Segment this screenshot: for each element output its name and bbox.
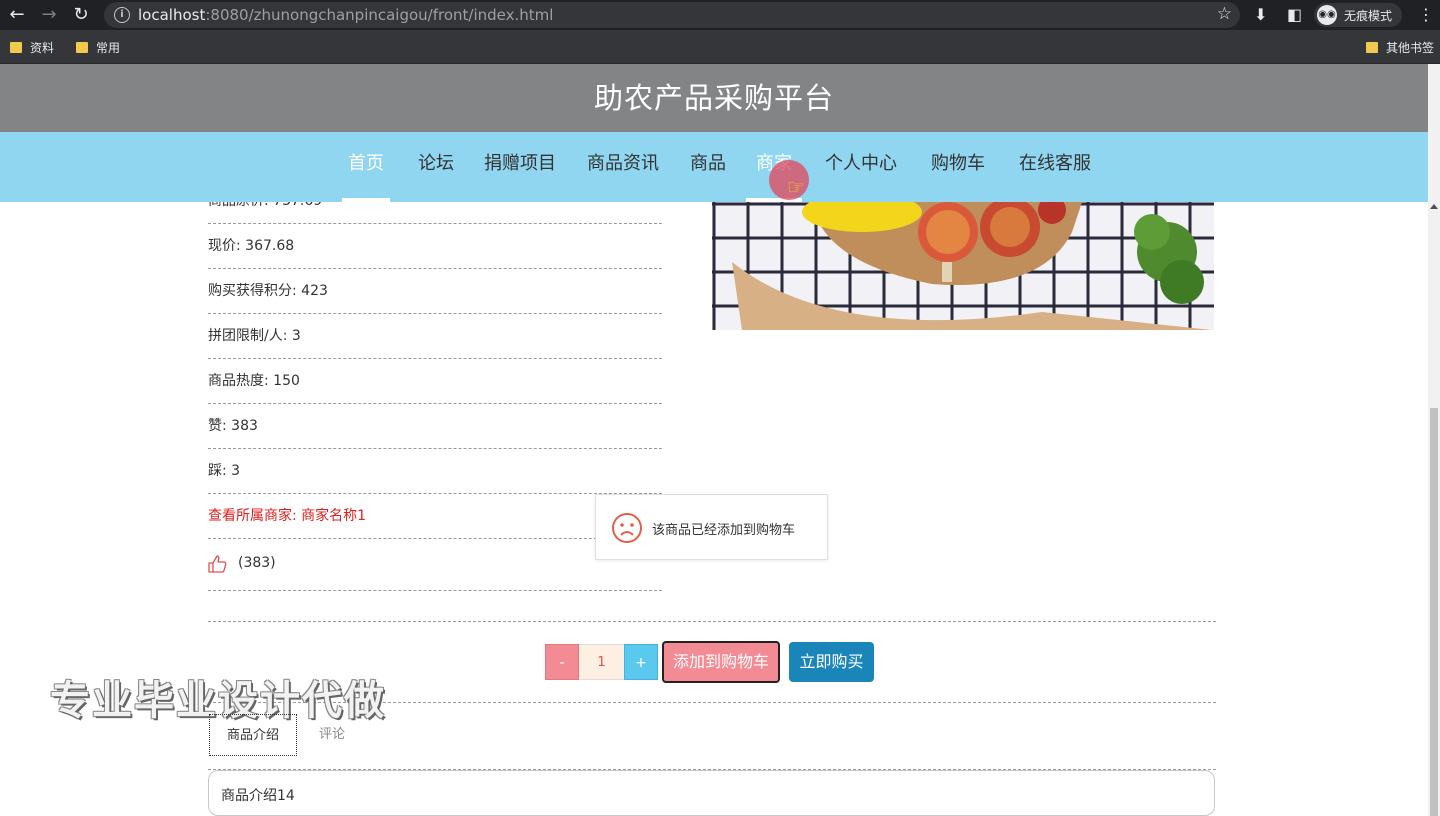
reload-icon[interactable]: ↻ bbox=[70, 4, 92, 26]
site-title: 助农产品采购平台 bbox=[593, 81, 834, 115]
forward-icon[interactable]: → bbox=[38, 4, 60, 26]
bookmark-star-icon[interactable]: ☆ bbox=[1217, 4, 1232, 24]
incognito-icon: ◉◉ bbox=[1317, 5, 1337, 25]
scrollbar-thumb[interactable] bbox=[1430, 408, 1438, 816]
nav-donation[interactable]: 捐赠项目 bbox=[484, 132, 556, 202]
fruit-basket-photo bbox=[712, 202, 1214, 330]
bookmark-folder-1[interactable]: 资料 bbox=[10, 39, 54, 56]
browser-toolbar: ← → ↻ i localhost:8080/zhunongchanpincai… bbox=[0, 0, 1440, 30]
nav-forum[interactable]: 论坛 bbox=[418, 132, 454, 202]
nav-cart[interactable]: 购物车 bbox=[931, 132, 985, 202]
toast-message: 该商品已经添加到购物车 bbox=[652, 523, 796, 538]
site-header: 助农产品采购平台 bbox=[0, 64, 1428, 132]
main-nav: 首页 论坛 捐赠项目 商品资讯 商品 商家 个人中心 购物车 在线客服 bbox=[0, 132, 1428, 202]
nav-support[interactable]: 在线客服 bbox=[1019, 132, 1091, 202]
add-to-cart-button[interactable]: 添加到购物车 bbox=[662, 641, 780, 683]
url-text: localhost:8080/zhunongchanpincaigou/fron… bbox=[138, 6, 554, 24]
current-price-row: 现价: 367.68 bbox=[208, 224, 662, 269]
tab-product-intro[interactable]: 商品介绍 bbox=[209, 714, 297, 756]
site-info-icon[interactable]: i bbox=[114, 7, 130, 23]
page-scrollbar[interactable] bbox=[1428, 64, 1440, 816]
section-divider bbox=[208, 621, 1216, 622]
product-image bbox=[712, 202, 1214, 330]
address-bar[interactable]: i localhost:8080/zhunongchanpincaigou/fr… bbox=[104, 2, 1240, 28]
back-icon[interactable]: ← bbox=[6, 4, 28, 26]
download-icon[interactable]: ⬇ bbox=[1254, 5, 1267, 25]
heat-row: 商品热度: 150 bbox=[208, 359, 662, 404]
folder-icon bbox=[10, 42, 22, 53]
nav-products[interactable]: 商品 bbox=[690, 132, 726, 202]
buy-now-button[interactable]: 立即购买 bbox=[789, 642, 874, 682]
scroll-up-arrow-icon[interactable] bbox=[1430, 204, 1438, 209]
quantity-input[interactable]: 1 bbox=[579, 644, 624, 680]
tab-comments[interactable]: 评论 bbox=[300, 714, 364, 756]
active-indicator bbox=[342, 198, 390, 202]
menu-kebab-icon[interactable]: ⋮ bbox=[1418, 5, 1434, 25]
like-row: (383) bbox=[208, 540, 662, 591]
points-row: 购买获得积分: 423 bbox=[208, 269, 662, 314]
bookmark-folder-2[interactable]: 常用 bbox=[76, 39, 120, 56]
page-viewport: 商品原价: 737.69 现价: 367.68 购买获得积分: 423 拼团限制… bbox=[0, 64, 1428, 816]
like-count: (383) bbox=[238, 555, 276, 571]
dislikes-row: 踩: 3 bbox=[208, 449, 662, 494]
side-panel-icon[interactable]: ◧ bbox=[1287, 5, 1302, 25]
merchant-link[interactable]: 查看所属商家: 商家名称1 bbox=[208, 494, 662, 539]
thumbs-up-icon[interactable] bbox=[208, 555, 228, 573]
incognito-label: 无痕模式 bbox=[1344, 9, 1393, 23]
quantity-plus-button[interactable]: + bbox=[624, 644, 658, 680]
folder-icon bbox=[1366, 42, 1378, 53]
other-bookmarks[interactable]: 其他书签 bbox=[1366, 39, 1434, 56]
folder-icon bbox=[76, 42, 88, 53]
likes-row: 赞: 383 bbox=[208, 404, 662, 449]
intro-panel: 商品介绍14 bbox=[208, 770, 1215, 816]
nav-news[interactable]: 商品资讯 bbox=[587, 132, 659, 202]
group-limit-row: 拼团限制/人: 3 bbox=[208, 314, 662, 359]
quantity-minus-button[interactable]: - bbox=[545, 644, 579, 680]
bookmarks-bar: 资料 常用 其他书签 bbox=[0, 30, 1440, 64]
incognito-badge[interactable]: ◉◉ 无痕模式 bbox=[1314, 3, 1402, 27]
intro-text: 商品介绍14 bbox=[221, 788, 295, 804]
sad-face-icon bbox=[612, 513, 642, 543]
toast-notification: 该商品已经添加到购物车 bbox=[595, 494, 828, 560]
pointer-hand-icon: ☞ bbox=[787, 175, 805, 199]
nav-home[interactable]: 首页 bbox=[342, 132, 390, 202]
nav-profile[interactable]: 个人中心 bbox=[825, 132, 897, 202]
